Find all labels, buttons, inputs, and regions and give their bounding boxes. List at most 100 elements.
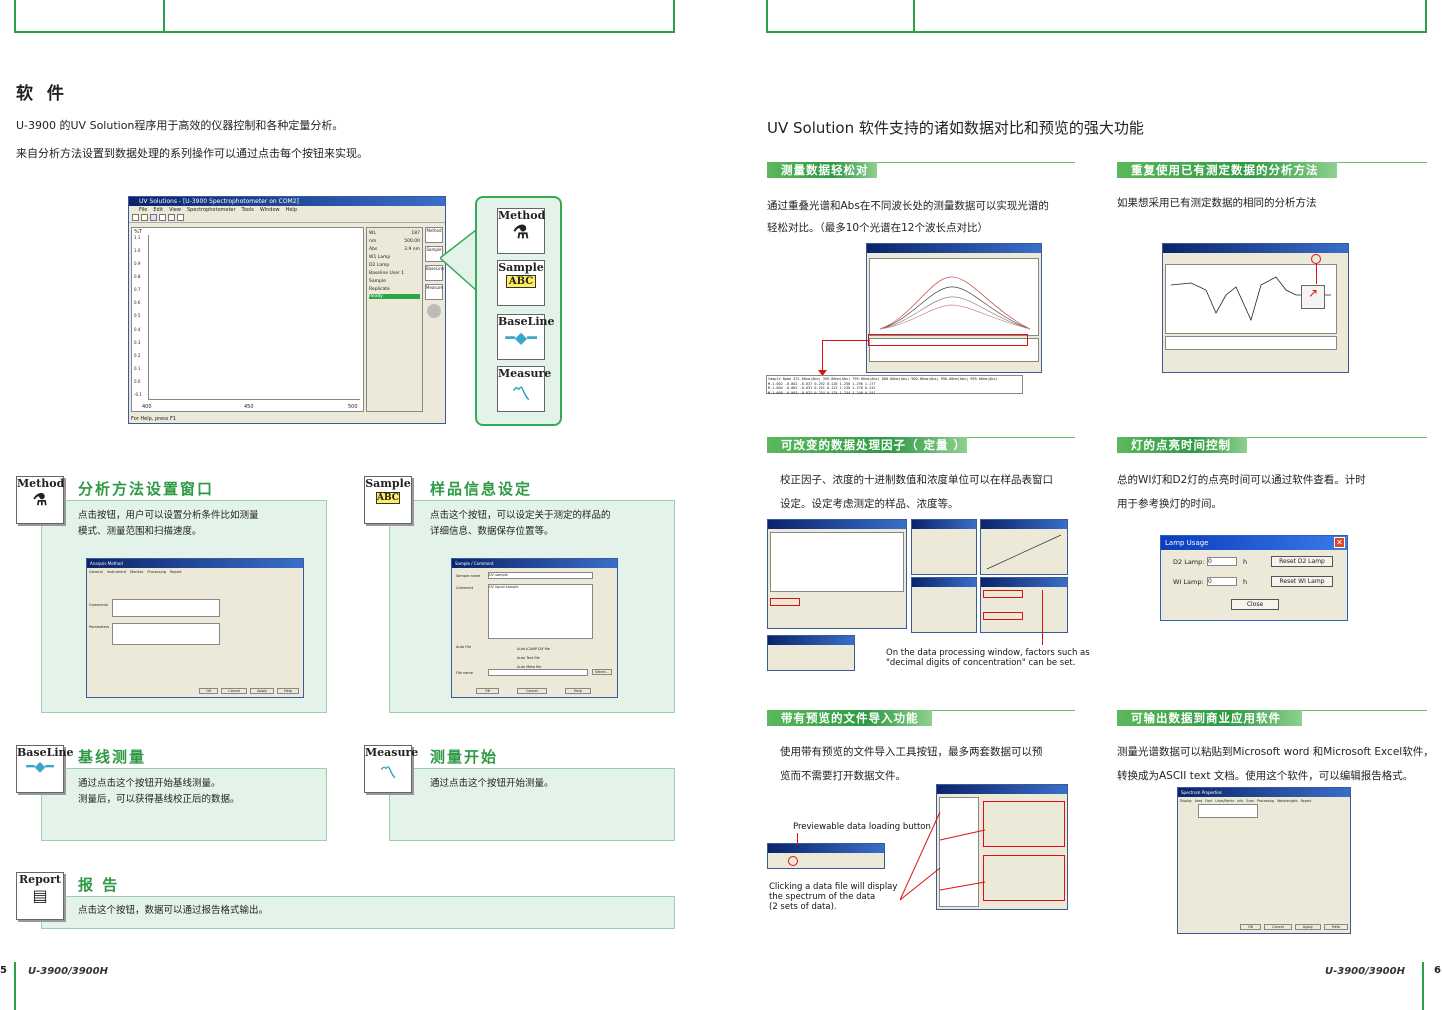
reuse-button-zoom[interactable]: ↗	[1301, 285, 1325, 309]
d2-hours-input[interactable]: 0	[1207, 557, 1237, 566]
apply-button[interactable]: Apply	[1294, 924, 1321, 930]
left-top-frame	[14, 0, 675, 33]
reset-d2-button[interactable]: Reset D2 Lamp	[1271, 556, 1333, 567]
y-tick: 0.2	[134, 352, 141, 358]
sample-table-titlebar	[768, 520, 906, 529]
line-preview	[932, 710, 1075, 711]
parameters-field[interactable]	[112, 623, 220, 645]
calib-curve-window	[980, 519, 1068, 575]
apply-button[interactable]: Apply	[250, 688, 275, 694]
measure-desc: 通过点击这个按钮开始测量。	[430, 778, 554, 789]
print-icon[interactable]	[159, 214, 166, 221]
tab-info[interactable]: Info	[1237, 799, 1243, 803]
ok-button[interactable]: OK	[199, 688, 219, 694]
preview-highlight-1	[983, 801, 1065, 847]
reuse-titlebar	[1163, 244, 1348, 253]
result-table-header: Sample Name 321.00nm(Abs) 399.00nm(Abs) …	[768, 377, 998, 381]
file-name-input[interactable]	[488, 669, 588, 676]
auto-jcamp-checkbox[interactable]: Auto JCAMP-DX file	[517, 645, 550, 654]
line-reuse	[1337, 162, 1427, 163]
method-button[interactable]: Method ⚗	[497, 208, 545, 254]
status-bar: For Help, press F1	[131, 416, 177, 422]
menu-spectro[interactable]: Spectrophotometer	[187, 206, 236, 214]
select-button[interactable]: Select...	[592, 669, 613, 675]
page-title: 软 件	[16, 84, 68, 104]
folder-icon: ABC	[505, 275, 537, 288]
cut-icon[interactable]	[168, 214, 175, 221]
lamp-titlebar: Lamp Usage ✕	[1161, 536, 1347, 550]
output-select[interactable]	[1198, 804, 1258, 818]
measure-button[interactable]: Measure 〽	[497, 366, 551, 412]
tab-processing[interactable]: Processing	[1257, 799, 1274, 803]
sample-button[interactable]: Sample ABC	[497, 260, 545, 306]
tab-monitor[interactable]: Monitor	[130, 570, 143, 574]
new-icon[interactable]	[132, 214, 139, 221]
window-title: UV Solutions - [U-3900 Spectrophotometer…	[129, 197, 445, 206]
right-heading: UV Solution 软件支持的诸如数据对比和预览的强大功能	[767, 119, 1144, 137]
save-icon[interactable]	[150, 214, 157, 221]
y-tick: 0.8	[134, 274, 141, 280]
menu-help[interactable]: Help	[286, 206, 297, 214]
sample-name-input[interactable]: UV sample	[488, 572, 593, 579]
param-wi-lamp[interactable]: W1 Lamp	[369, 254, 420, 262]
baseline-button[interactable]: BaseLine ━◆━	[497, 314, 555, 360]
tab-display[interactable]: Display	[1180, 799, 1192, 803]
tab-axes[interactable]: Axes	[1195, 799, 1203, 803]
tab-font[interactable]: Font	[1205, 799, 1212, 803]
bar-export: 可输出数据到商业应用软件	[1117, 710, 1302, 726]
stop-icon[interactable]	[427, 304, 441, 318]
sample-data-window	[911, 577, 977, 633]
tab-instrument[interactable]: Instrument	[107, 570, 126, 574]
spectrum-icon: 〽	[512, 384, 530, 405]
wi-hours-input[interactable]: 0	[1207, 577, 1237, 586]
preview-button-highlight[interactable]	[788, 856, 798, 866]
y-tick: 0.9	[134, 261, 141, 267]
help-button[interactable]: Help	[564, 688, 591, 694]
menu-window[interactable]: Window	[260, 206, 280, 214]
measure-title: 测量开始	[430, 748, 499, 766]
sample-name-label: Sample name	[456, 574, 481, 578]
calib-curve-titlebar	[981, 520, 1067, 529]
auto-text-checkbox[interactable]: Auto Text file	[517, 654, 550, 663]
tab-processing[interactable]: Processing	[147, 570, 166, 574]
comment-label: Comment	[456, 586, 474, 590]
tab-lines[interactable]: Lines/Points	[1215, 799, 1234, 803]
sample-comment-dialog: Sample / Comment Sample name UV sample C…	[451, 558, 618, 698]
cancel-button[interactable]: Cancel	[221, 688, 248, 694]
tab-scan[interactable]: Scan	[1246, 799, 1254, 803]
close-button[interactable]: Close	[1231, 599, 1279, 610]
reset-wi-button[interactable]: Reset WI Lamp	[1271, 576, 1333, 587]
help-button[interactable]: Help	[277, 688, 299, 694]
y-tick: 0.4	[134, 326, 141, 332]
tab-report[interactable]: Report	[1301, 799, 1312, 803]
param-d2-lamp[interactable]: D2 Lamp	[369, 262, 420, 270]
cancel-button[interactable]: Cancel	[517, 688, 547, 694]
y-tick: 0.0	[134, 378, 141, 384]
ok-button[interactable]: OK	[476, 688, 500, 694]
cancel-button[interactable]: Cancel	[1264, 924, 1292, 930]
menu-edit[interactable]: Edit	[153, 206, 163, 214]
menu-tools[interactable]: Tools	[242, 206, 254, 214]
close-icon[interactable]: ✕	[1334, 537, 1345, 548]
auto-file-checkbox[interactable]: Auto File	[456, 645, 471, 649]
ok-button[interactable]: OK	[1240, 924, 1262, 930]
reuse-icon: ↗	[1307, 286, 1319, 300]
comments-field[interactable]	[112, 599, 220, 617]
pointer-h	[822, 340, 868, 341]
menu-file[interactable]: File	[139, 206, 147, 214]
tab-general[interactable]: General	[89, 570, 103, 574]
tab-wavelengths[interactable]: Wavelengths	[1277, 799, 1298, 803]
comments-label: Comments	[89, 603, 108, 607]
sample-data-titlebar	[912, 578, 976, 587]
footer-model-right: U-3900/3900H	[1325, 966, 1405, 977]
tab-report[interactable]: Report	[170, 570, 182, 574]
help-button[interactable]: Help	[1323, 924, 1348, 930]
param-abs: Abs 3.9 nm	[369, 247, 420, 252]
menu-view[interactable]: View	[169, 206, 181, 214]
analysis-method-dialog: Analysis Method General Instrument Monit…	[86, 558, 304, 698]
comment-input[interactable]: UV liquid sample	[488, 584, 593, 639]
copy-icon[interactable]	[177, 214, 184, 221]
open-icon[interactable]	[141, 214, 148, 221]
pointer-v	[822, 340, 823, 374]
calib-line	[986, 534, 1062, 570]
